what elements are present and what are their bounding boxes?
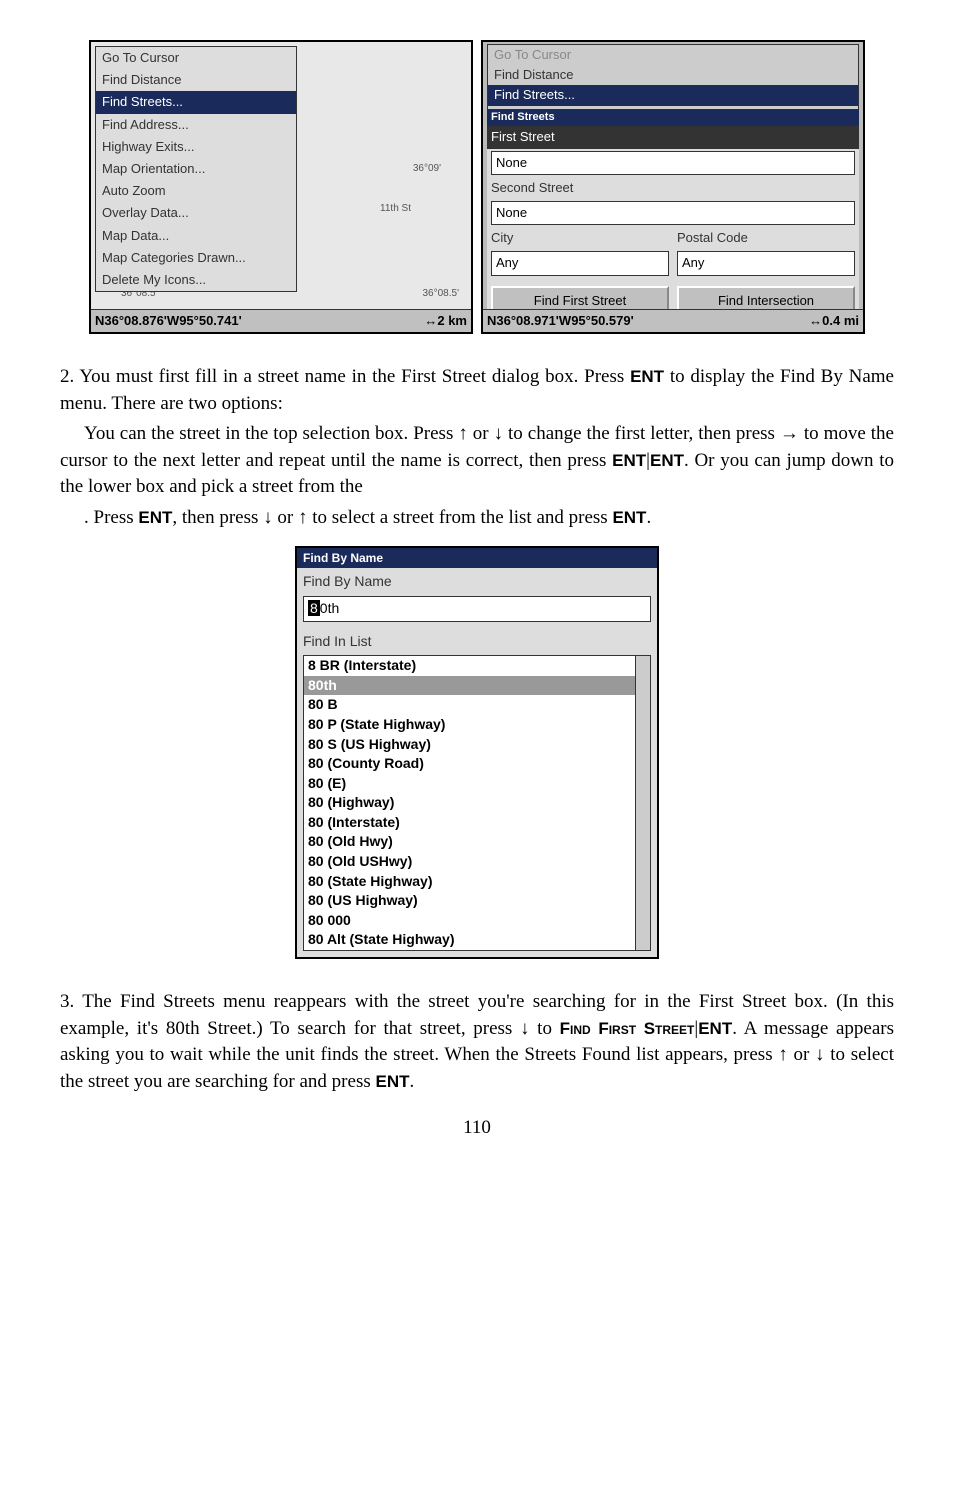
map-label: 36°08.5' [423,287,460,301]
second-street-input[interactable]: None [491,201,855,225]
step-2-para3: . Press ENT, then press ↓ or ↑ to select… [60,505,894,532]
menu-item[interactable]: Highway Exits... [96,136,296,158]
page-number: 110 [60,1115,894,1142]
menu-item[interactable]: Find Distance [96,69,296,91]
list-item[interactable]: 80 (Highway) [304,793,650,813]
step-2-para2: You can the street in the top selection … [60,421,894,501]
arrow-icon: ↔ [809,312,822,330]
zoom: 0.4 mi [822,312,859,330]
list-item[interactable]: 80 (State Highway) [304,872,650,892]
fbn-title: Find By Name [297,548,657,569]
find-streets-panel: Find Streets First Street None Second St… [487,109,859,324]
lat-dir: N [95,312,104,330]
zoom: 2 km [437,312,467,330]
fbn-name-input[interactable]: 80th [303,596,651,622]
menu-item[interactable]: Map Categories Drawn... [96,247,296,269]
lon: 95°50.741' [179,312,242,330]
gps-screen-left: 36°09' 11th St 14th St 36°08.5' 36°08.5'… [89,40,473,334]
list-item[interactable]: 80 (Interstate) [304,813,650,833]
list-item[interactable]: 80th [304,676,650,696]
postal-label: Postal Code [673,227,859,249]
lon-dir: W [167,312,179,330]
menu-item[interactable]: Map Data... [96,225,296,247]
list-item[interactable]: 80 (Old Hwy) [304,832,650,852]
list-item[interactable]: 8 BR (Interstate) [304,656,650,676]
menu-item[interactable]: Delete My Icons... [96,269,296,291]
list-item[interactable]: 80 B [304,695,650,715]
step-3-para: 3. The Find Streets menu reappears with … [60,989,894,1095]
status-bar: N 36°08.971' W 95°50.579' ↔ 0.4 mi [483,309,863,332]
panel-title: Find Streets [487,109,859,126]
list-item[interactable]: 80 Alt (State Highway) [304,930,650,950]
scrollbar[interactable] [635,656,650,950]
list-item[interactable]: 80 (E) [304,774,650,794]
lat: 36°08.971' [496,312,559,330]
menu-item[interactable]: Overlay Data... [96,202,296,224]
city-input[interactable]: Any [491,251,669,275]
fbn-label2: Find In List [297,628,657,656]
city-label: City [487,227,673,249]
first-street-input[interactable]: None [491,151,855,175]
menu-item[interactable]: Find Distance [488,65,858,85]
menu-item-find-streets[interactable]: Find Streets... [488,85,858,105]
step-2-para1: 2. You must first fill in a street name … [60,364,894,417]
postal-input[interactable]: Any [677,251,855,275]
status-bar: N 36°08.876' W 95°50.741' ↔ 2 km [91,309,471,332]
fbn-label: Find By Name [297,568,657,596]
menu-item-find-streets[interactable]: Find Streets... [96,91,296,113]
first-street-label: First Street [487,126,859,148]
menu-item[interactable]: Find Address... [96,114,296,136]
list-item[interactable]: 80 S (US Highway) [304,735,650,755]
arrow-icon: ↔ [424,312,437,330]
lat: 36°08.876' [104,312,167,330]
menu-list: Go To Cursor Find Distance Find Streets.… [95,46,297,292]
list-item[interactable]: 80 (Old USHwy) [304,852,650,872]
lon: 95°50.579' [571,312,634,330]
list-item[interactable]: 80 P (State Highway) [304,715,650,735]
menu-item[interactable]: Go To Cursor [488,45,858,65]
figure-mid: Find By Name Find By Name 80th Find In L… [60,546,894,959]
map-label: 11th St [380,202,411,216]
fbn-list[interactable]: 8 BR (Interstate) 80th 80 B 80 P (State … [303,655,651,951]
menu-item[interactable]: Auto Zoom [96,180,296,202]
figure-top: 36°09' 11th St 14th St 36°08.5' 36°08.5'… [60,40,894,334]
find-by-name-panel: Find By Name Find By Name 80th Find In L… [295,546,659,959]
map-label: 36°09' [413,162,441,176]
list-item[interactable]: 80 (US Highway) [304,891,650,911]
list-item[interactable]: 80 (County Road) [304,754,650,774]
list-item[interactable]: 80 000 [304,911,650,931]
menu-item[interactable]: Map Orientation... [96,158,296,180]
lon-dir: W [559,312,571,330]
input-cursor: 8 [308,600,320,616]
menu-item[interactable]: Go To Cursor [96,47,296,69]
gps-screen-right: Go To Cursor Find Distance Find Streets.… [481,40,865,334]
second-street-label: Second Street [487,177,859,199]
lat-dir: N [487,312,496,330]
